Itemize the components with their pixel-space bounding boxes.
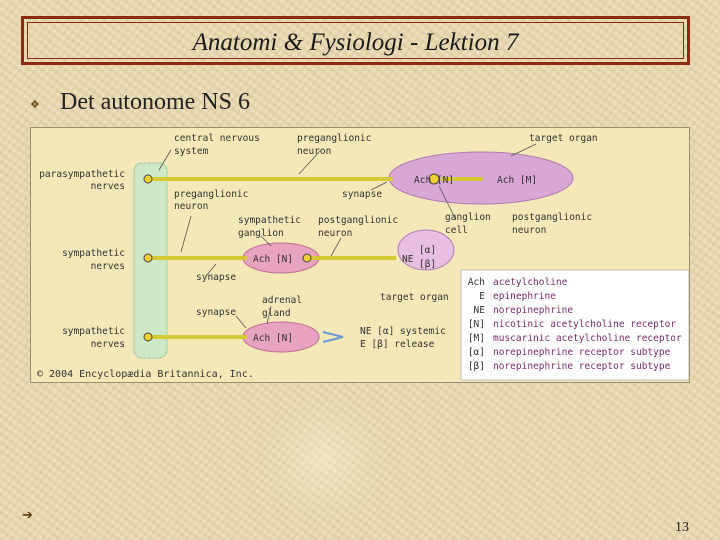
label-ach-n-2: Ach [N]	[253, 254, 293, 265]
arrow-right-icon[interactable]: ➔	[22, 508, 33, 523]
label-preganglionic-neuron-2: neuron	[174, 201, 208, 212]
label-postganglionic-neuron-2: neuron	[512, 225, 546, 236]
legend-description: acetylcholine	[493, 277, 568, 288]
label-postganglionic-neuron: neuron	[318, 228, 352, 239]
label-synapse: synapse	[342, 189, 382, 200]
label-synapse-2: synapse	[196, 272, 236, 283]
label-synapse-3: synapse	[196, 307, 236, 318]
label-target-organ: target organ	[529, 133, 598, 144]
legend-description: norepinephrine receptor subtype	[493, 347, 671, 358]
label-sympathetic-nerves: sympathetic	[62, 248, 125, 259]
label-cns: central nervous	[174, 133, 260, 144]
ganglion-neuron-body	[302, 253, 312, 263]
label-target-organ-mid: target organ	[380, 292, 449, 303]
legend-description: nicotinic acetylcholine receptor	[493, 319, 676, 330]
legend-abbr: [α]	[468, 347, 485, 358]
label-parasympathetic-nerves: parasympathetic	[39, 169, 125, 180]
label-alpha: [α]	[419, 245, 436, 256]
copyright: © 2004 Encyclopædia Britannica, Inc.	[37, 369, 254, 380]
label-ganglion-cell: ganglion	[445, 212, 491, 223]
label-postganglionic-neuron-2: postganglionic	[512, 212, 592, 223]
label-preganglionic-neuron-2: preganglionic	[174, 189, 248, 200]
title-frame: Anatomi & Fysiologi - Lektion 7	[21, 16, 690, 65]
label-ne: NE	[402, 254, 414, 265]
legend-abbr: [N]	[468, 319, 485, 330]
label-ach-m: Ach [M]	[497, 175, 537, 186]
neuron-body-1	[143, 174, 153, 184]
legend-description: norepinephrine receptor subtype	[493, 361, 671, 372]
label-systemic-release: E [β] release	[360, 339, 435, 350]
label-systemic-release: NE [α] systemic	[360, 326, 446, 337]
label-adrenal-gland: gland	[262, 308, 291, 319]
label-cns: system	[174, 146, 209, 157]
label-sympathetic-nerves-2: sympathetic	[62, 326, 125, 337]
label-sympathetic-nerves: nerves	[91, 261, 125, 272]
label-adrenal-gland: adrenal	[262, 295, 302, 306]
label-sympathetic-ganglion: sympathetic	[238, 215, 301, 226]
label-ach-n: Ach [N]	[414, 175, 454, 186]
legend-abbr: E	[479, 291, 485, 302]
neuron-body-3	[143, 332, 153, 342]
label-preganglionic-neuron: neuron	[297, 146, 331, 157]
label-preganglionic-neuron: preganglionic	[297, 133, 371, 144]
label-ach-n-3: Ach [N]	[253, 333, 293, 344]
label-ganglion-cell: cell	[445, 225, 468, 236]
legend-abbr: Ach	[468, 277, 485, 288]
legend-description: muscarinic acetylcholine receptor	[493, 333, 682, 344]
label-beta: [β]	[419, 259, 436, 270]
label-parasympathetic-nerves: nerves	[91, 181, 125, 192]
label-postganglionic-neuron: postganglionic	[318, 215, 398, 226]
legend-abbr: [β]	[468, 361, 485, 372]
label-sympathetic-ganglion: ganglion	[238, 228, 284, 239]
page-number: 13	[675, 520, 689, 535]
slide-title: Anatomi & Fysiologi - Lektion 7	[192, 29, 519, 56]
legend-abbr: NE	[474, 305, 486, 316]
bullet-text: Det autonome NS 6	[60, 89, 250, 115]
legend-description: norepinephrine	[493, 305, 573, 316]
neuron-body-2	[143, 253, 153, 263]
diamond-bullet-icon: ❖	[30, 98, 40, 111]
legend-abbr: [M]	[468, 333, 485, 344]
anatomy-diagram: central nervous system preganglionic neu…	[30, 127, 690, 383]
label-sympathetic-nerves-2: nerves	[91, 339, 125, 350]
legend-description: epinephrine	[493, 291, 556, 302]
